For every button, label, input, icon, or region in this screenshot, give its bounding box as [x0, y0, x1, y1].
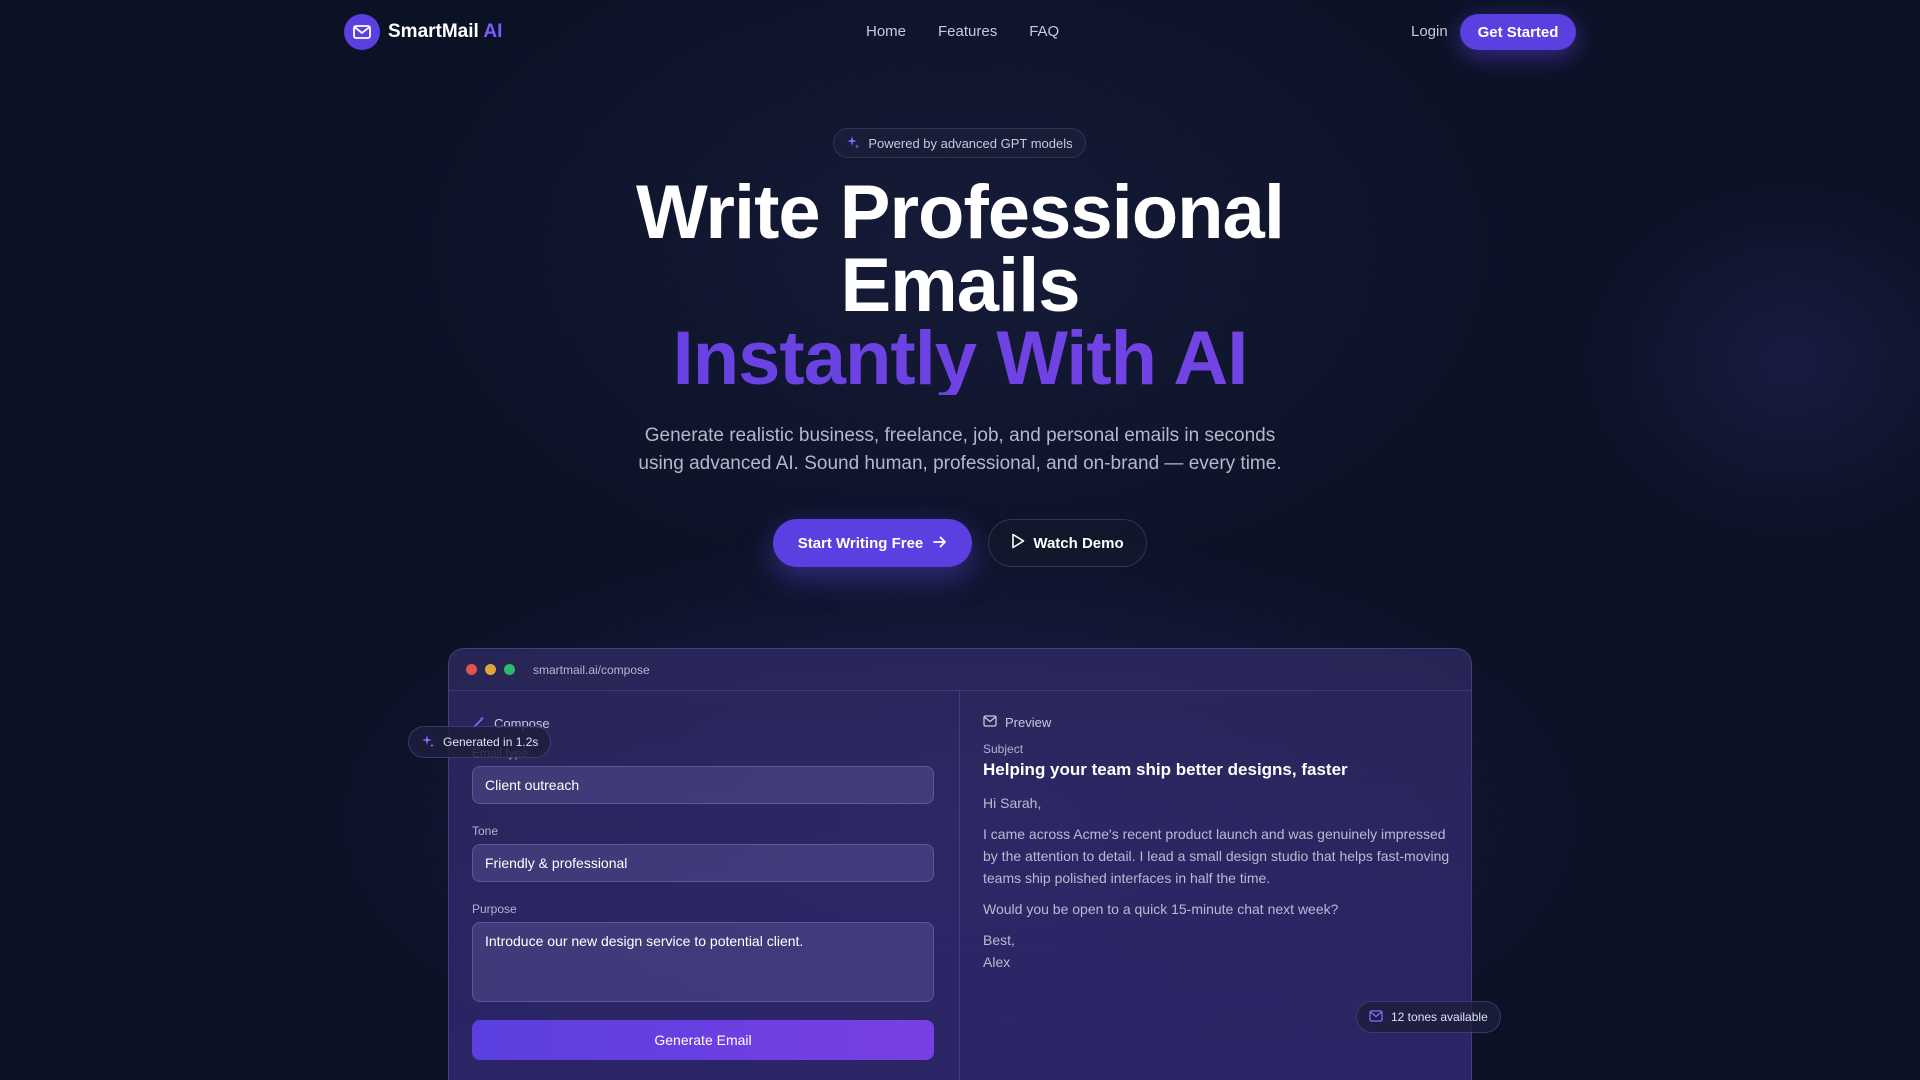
top-nav: SmartMail AI Home Features FAQ Login Get… — [0, 0, 1920, 64]
mail-icon — [1369, 1009, 1383, 1025]
generate-email-button[interactable]: Generate Email — [472, 1020, 934, 1060]
sparkles-icon — [846, 135, 860, 152]
subject-value: Helping your team ship better designs, f… — [983, 760, 1348, 779]
email-question: Would you be open to a quick 15-minute c… — [983, 901, 1339, 917]
hero-subtitle: Generate realistic business, freelance, … — [0, 422, 1920, 478]
nav-link-faq[interactable]: FAQ — [1029, 23, 1059, 40]
subject-label: Subject — [983, 742, 1024, 756]
generated-time-text: Generated in 1.2s — [443, 735, 539, 749]
start-writing-button[interactable]: Start Writing Free — [773, 519, 972, 567]
brand-name-text: SmartMail — [388, 21, 479, 42]
email-type-select[interactable]: Client outreach — [472, 766, 934, 804]
start-writing-label: Start Writing Free — [797, 534, 924, 552]
tone-select[interactable]: Friendly & professional — [472, 844, 934, 882]
hero-title-line-2: Emails — [840, 243, 1080, 328]
window-url: smartmail.ai/compose — [533, 662, 650, 677]
hero-title-line-1: Write Professional — [636, 170, 1285, 255]
brand-name: SmartMail AI — [388, 21, 502, 43]
mail-icon — [344, 14, 380, 50]
hero-title-highlight: Instantly With AI — [0, 321, 1920, 397]
app-preview-window: smartmail.ai/compose Compose Email type … — [448, 648, 1472, 1080]
badge-text: Powered by advanced GPT models — [868, 135, 1073, 151]
window-title-bar: smartmail.ai/compose — [449, 649, 1471, 691]
hero-title: Write Professional Emails Instantly With… — [0, 170, 1920, 397]
tone-label: Tone — [472, 824, 499, 838]
sparkles-icon — [421, 734, 435, 751]
brand-suffix: AI — [483, 21, 503, 42]
generated-time-chip: Generated in 1.2s — [408, 726, 552, 758]
brand-logo[interactable]: SmartMail AI — [344, 14, 502, 50]
preview-title: Preview — [1005, 715, 1052, 730]
email-body: Hi Sarah, I came across Acme's recent pr… — [983, 792, 1450, 973]
nav-links: Home Features FAQ — [866, 23, 1059, 40]
watch-demo-label: Watch Demo — [1033, 534, 1124, 552]
preview-header: Preview — [983, 715, 1450, 730]
purpose-textarea[interactable]: Introduce our new design service to pote… — [472, 922, 934, 1002]
minimize-dot — [485, 664, 496, 675]
email-signoff: Best, — [983, 932, 1015, 948]
powered-by-badge: Powered by advanced GPT models — [833, 128, 1086, 158]
nav-link-home[interactable]: Home — [866, 23, 906, 40]
play-icon — [1011, 533, 1025, 553]
arrow-right-icon — [933, 535, 947, 552]
close-dot — [466, 664, 477, 675]
email-greeting: Hi Sarah, — [983, 795, 1042, 811]
email-signature: Alex — [983, 954, 1011, 970]
watch-demo-button[interactable]: Watch Demo — [988, 519, 1147, 567]
login-link[interactable]: Login — [1411, 23, 1448, 40]
purpose-label: Purpose — [472, 902, 517, 916]
hero-subtitle-line-2: using advanced AI. Sound human, professi… — [638, 453, 1282, 474]
tones-available-chip: 12 tones available — [1356, 1001, 1501, 1033]
nav-link-features[interactable]: Features — [938, 23, 997, 40]
maximize-dot — [504, 664, 515, 675]
hero-subtitle-line-1: Generate realistic business, freelance, … — [644, 425, 1276, 446]
get-started-button[interactable]: Get Started — [1460, 14, 1576, 50]
mail-icon — [983, 715, 997, 730]
tones-available-text: 12 tones available — [1391, 1010, 1488, 1024]
email-paragraph: I came across Acme's recent product laun… — [983, 826, 1450, 886]
